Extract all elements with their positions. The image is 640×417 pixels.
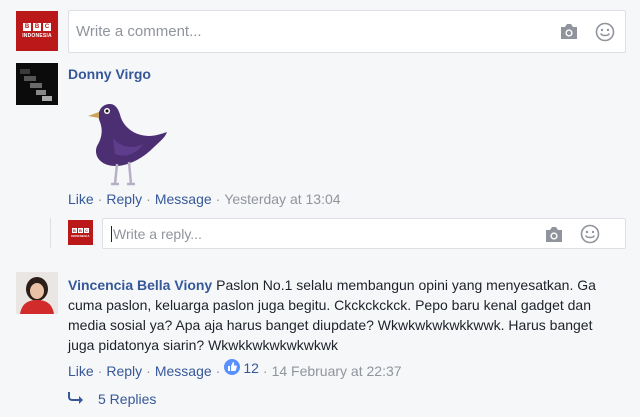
camera-icon[interactable] bbox=[559, 23, 579, 43]
bbc-logo-boxes: B B C bbox=[23, 23, 51, 31]
purple-pigeon-sticker bbox=[85, 98, 170, 186]
bbc-box-letter: C bbox=[43, 23, 51, 31]
bbc-box-letter: B bbox=[72, 227, 77, 233]
timestamp[interactable]: 14 February at 22:37 bbox=[272, 363, 402, 379]
like-count-number: 12 bbox=[243, 360, 259, 376]
separator-dot: · bbox=[146, 191, 151, 207]
like-thumb-icon bbox=[224, 359, 241, 375]
comment-body: Vincencia Bella Viony Paslon No.1 selalu… bbox=[68, 275, 620, 355]
reply-input-placeholder: Write a reply... bbox=[113, 226, 202, 242]
reply-arrow-icon bbox=[68, 391, 84, 407]
bbc-logo-boxes: B B C bbox=[72, 227, 89, 233]
replies-count-label: 5 Replies bbox=[98, 391, 157, 407]
bbc-box-letter: B bbox=[23, 23, 31, 31]
text-cursor bbox=[111, 226, 112, 242]
comment-author[interactable]: Vincencia Bella Viony bbox=[68, 277, 212, 293]
comment-actions: Like · Reply · Message · Yesterday at 13:04 bbox=[68, 191, 341, 207]
avatar[interactable] bbox=[16, 272, 58, 314]
bbc-logo-subtitle: INDONESIA bbox=[71, 233, 90, 238]
like-count[interactable]: 12 bbox=[224, 359, 259, 376]
like-link[interactable]: Like bbox=[68, 363, 94, 379]
reply-link[interactable]: Reply bbox=[106, 191, 142, 207]
comment-input[interactable]: Write a comment... bbox=[68, 10, 626, 53]
bbc-logo-subtitle: INDONESIA bbox=[22, 33, 52, 39]
reply-thread-line bbox=[50, 218, 51, 248]
page-avatar-bbc-indonesia: B B C INDONESIA bbox=[16, 11, 58, 51]
view-replies-link[interactable]: 5 Replies bbox=[68, 391, 156, 407]
bbc-box-letter: B bbox=[33, 23, 41, 31]
separator-dot: · bbox=[97, 363, 103, 379]
avatar[interactable] bbox=[16, 63, 58, 105]
separator-dot: · bbox=[262, 363, 268, 379]
reply-avatar-bbc-indonesia: B B C INDONESIA bbox=[68, 220, 93, 245]
bbc-box-letter: B bbox=[78, 227, 83, 233]
smiley-icon[interactable] bbox=[580, 224, 600, 247]
separator-dot: · bbox=[97, 191, 103, 207]
comment-input-placeholder: Write a comment... bbox=[76, 23, 202, 40]
separator-dot: · bbox=[215, 363, 221, 379]
message-link[interactable]: Message bbox=[155, 363, 212, 379]
separator-dot: · bbox=[146, 363, 151, 379]
comment-actions: Like · Reply · Message · 12 · 14 February at 22:… bbox=[68, 359, 402, 379]
timestamp[interactable]: Yesterday at 13:04 bbox=[224, 191, 340, 207]
like-link[interactable]: Like bbox=[68, 191, 94, 207]
separator-dot: · bbox=[215, 191, 221, 207]
reply-input[interactable]: Write a reply... bbox=[102, 218, 626, 249]
camera-icon[interactable] bbox=[544, 226, 564, 246]
reply-link[interactable]: Reply bbox=[106, 363, 142, 379]
bbc-box-letter: C bbox=[84, 227, 89, 233]
smiley-icon[interactable] bbox=[595, 22, 615, 45]
comment-author[interactable]: Donny Virgo bbox=[68, 66, 151, 82]
message-link[interactable]: Message bbox=[155, 191, 212, 207]
